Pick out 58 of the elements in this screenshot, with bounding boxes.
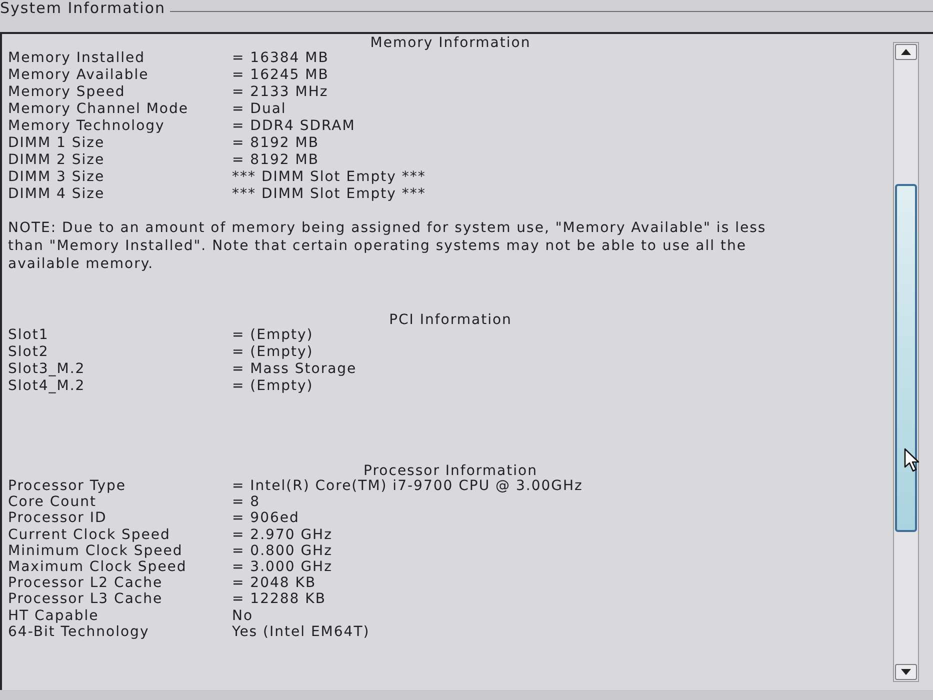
caret-up-icon	[901, 49, 911, 55]
field-label: Memory Speed	[8, 84, 126, 101]
field-value: Yes (Intel EM64T)	[232, 624, 370, 640]
field-label: Maximum Clock Speed	[8, 559, 187, 576]
field-label: Core Count	[8, 494, 96, 510]
field-value: *** DIMM Slot Empty ***	[232, 186, 426, 203]
scrollbar-track[interactable]	[893, 42, 919, 682]
field-value: = 8	[232, 494, 260, 510]
field-label: DIMM 4 Size	[8, 186, 105, 203]
field-value: = 2133 MHz	[232, 84, 328, 101]
field-label: Processor ID	[8, 510, 107, 527]
field-value: = (Empty)	[232, 344, 314, 361]
note-text: NOTE: Due to an amount of memory being assigned for system use, "Memory Available" is less than "Memory Installed". Note that certain operating systems may not be able to use all the available memory.	[8, 219, 768, 273]
field-value: = Intel(R) Core(TM) i7-9700 CPU @ 3.00GHz	[232, 478, 583, 494]
field-label: DIMM 1 Size	[8, 135, 105, 152]
field-label: DIMM 2 Size	[8, 152, 105, 169]
field-label: Slot1	[8, 327, 49, 344]
field-label: Processor L3 Cache	[8, 591, 163, 608]
field-value: = 906ed	[232, 510, 300, 527]
field-value: No	[232, 608, 254, 624]
field-value: = Mass Storage	[232, 361, 357, 378]
field-value: = (Empty)	[232, 378, 314, 395]
section-heading: Memory Information	[370, 36, 531, 50]
field-value: = DDR4 SDRAM	[232, 118, 356, 135]
field-label: Slot4_M.2	[8, 378, 86, 395]
field-label: Memory Technology	[8, 118, 165, 135]
section-heading: Processor Information	[364, 464, 538, 478]
field-label: Memory Channel Mode	[8, 101, 188, 118]
scroll-up-button[interactable]	[895, 44, 917, 60]
window-title: System Information	[0, 0, 167, 17]
field-label: Slot3_M.2	[8, 361, 86, 378]
scrollbar-thumb[interactable]	[895, 184, 917, 532]
field-label: Memory Available	[8, 67, 149, 84]
field-value: = 16245 MB	[232, 67, 329, 84]
field-value: = 16384 MB	[232, 50, 329, 67]
field-label: HT Capable	[8, 608, 99, 624]
field-value: = 8192 MB	[232, 135, 319, 152]
field-value: = 2048 KB	[232, 575, 316, 592]
field-label: Processor Type	[8, 478, 126, 494]
field-label: Slot2	[8, 344, 49, 361]
field-value: = 3.000 GHz	[232, 559, 332, 576]
field-label: Processor L2 Cache	[8, 575, 163, 592]
field-value: = (Empty)	[232, 327, 314, 344]
field-value: = 0.800 GHz	[232, 542, 332, 560]
section-heading: PCI Information	[389, 313, 512, 327]
field-value: = 8192 MB	[232, 152, 319, 169]
field-label: 64-Bit Technology	[8, 624, 150, 640]
field-value: *** DIMM Slot Empty ***	[232, 169, 426, 186]
field-label: Current Clock Speed	[8, 526, 170, 543]
scroll-down-button[interactable]	[895, 664, 917, 680]
field-label: DIMM 3 Size	[8, 169, 105, 186]
field-value: = Dual	[232, 101, 286, 118]
field-value: = 12288 KB	[232, 591, 326, 608]
caret-down-icon	[901, 669, 911, 675]
field-label: Memory Installed	[8, 50, 146, 67]
field-label: Minimum Clock Speed	[8, 542, 183, 560]
field-value: = 2.970 GHz	[232, 526, 332, 543]
mouse-pointer-icon	[904, 448, 920, 472]
